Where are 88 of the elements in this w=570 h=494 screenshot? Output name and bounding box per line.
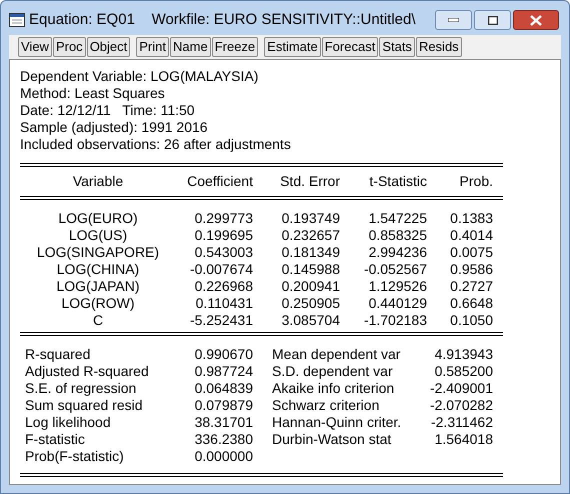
table-cell-text: 1.547225 xyxy=(368,210,427,227)
stat-value: 0.000000 xyxy=(194,448,253,465)
table-cell-text: -0.007674 xyxy=(188,261,253,278)
column-header: Prob. xyxy=(458,173,493,190)
table-cell-text: 0.145988 xyxy=(280,261,340,278)
column-header: t-Statistic xyxy=(368,173,427,190)
stat-value: 1.564018 xyxy=(434,431,493,448)
window-title: Equation: EQ01 Workfile: EURO SENSITIVITY::Untitled\ xyxy=(29,10,416,30)
table-cell-text: 0.9586 xyxy=(449,261,493,278)
table-cell-text: LOG(CHINA) xyxy=(56,261,140,278)
stat-value: 336.2380 xyxy=(194,431,253,448)
stat-value: -2.070282 xyxy=(428,397,493,414)
header-line: Sample (adjusted): 1991 2016 xyxy=(20,119,209,136)
stat-label: Durbin-Watson stat xyxy=(271,431,392,448)
toolbar-button[interactable]: View xyxy=(18,37,52,57)
table-cell-text: 2.994236 xyxy=(368,244,427,261)
stat-label: Sum squared resid xyxy=(24,397,144,414)
table-cell-text: LOG(SINGAPORE) xyxy=(36,244,160,261)
stat-label: Hannan-Quinn criter. xyxy=(271,414,402,431)
header-line: Method: Least Squares xyxy=(20,85,166,102)
stat-label: Schwarz criterion xyxy=(271,397,380,414)
table-cell-text: 0.181349 xyxy=(280,244,340,261)
column-header: Std. Error xyxy=(279,173,340,190)
toolbar-button[interactable]: Forecast xyxy=(322,37,378,57)
header-line: Included observations: 26 after adjustments xyxy=(20,136,292,153)
header-line: Date: 12/12/11 Time: 11:50 xyxy=(20,102,196,119)
column-header: Variable xyxy=(72,173,124,190)
stat-label: Log likelihood xyxy=(24,414,112,431)
close-icon xyxy=(530,14,542,26)
stat-value: -2.409001 xyxy=(428,380,493,397)
stat-value: 0.064839 xyxy=(194,380,253,397)
stat-value: 0.987724 xyxy=(194,363,253,380)
table-cell-text: 0.543003 xyxy=(194,244,253,261)
maximize-icon xyxy=(488,16,498,24)
minimize-icon xyxy=(448,18,459,22)
table-cell-text: 0.299773 xyxy=(194,210,253,227)
table-cell-text: 0.199695 xyxy=(194,227,253,244)
stat-value: 0.079879 xyxy=(194,397,253,414)
toolbar-button[interactable]: Name xyxy=(170,37,211,57)
stat-value: -2.311462 xyxy=(430,414,493,431)
table-cell-text: 0.232657 xyxy=(280,227,340,244)
toolbar-button[interactable]: Print xyxy=(136,37,169,57)
table-cell-text: 0.250905 xyxy=(280,295,340,312)
table-cell-text: -5.252431 xyxy=(188,312,253,329)
column-header: Coefficient xyxy=(186,173,253,190)
table-cell-text: 0.200941 xyxy=(280,278,340,295)
toolbar-button[interactable]: Estimate xyxy=(264,37,321,57)
table-cell-text: LOG(US) xyxy=(68,227,128,244)
toolbar-button[interactable]: Proc xyxy=(52,37,86,57)
table-cell-text: LOG(JAPAN) xyxy=(56,278,140,295)
stat-label: Akaike info criterion xyxy=(271,380,396,397)
table-cell-text: 0.440129 xyxy=(368,295,427,312)
window-icon xyxy=(9,13,25,27)
table-cell-text: 0.6648 xyxy=(449,295,493,312)
stat-value: 4.913943 xyxy=(434,346,493,363)
table-cell-text: 1.129526 xyxy=(368,278,427,295)
maximize-button[interactable] xyxy=(474,10,511,30)
stat-value: 38.31701 xyxy=(194,414,253,431)
stat-label: Adjusted R-squared xyxy=(24,363,150,380)
table-cell-text: C xyxy=(92,312,104,329)
toolbar-button[interactable]: Stats xyxy=(379,37,415,57)
stat-label: Prob(F-statistic) xyxy=(24,448,125,465)
stat-label: S.E. of regression xyxy=(24,380,138,397)
stat-label: S.D. dependent var xyxy=(271,363,394,380)
table-cell-text: 0.858325 xyxy=(368,227,427,244)
table-cell-text: 0.193749 xyxy=(280,210,340,227)
toolbar-button[interactable]: Object xyxy=(86,37,130,57)
stat-label: Mean dependent var xyxy=(271,346,402,363)
table-cell-text: 0.2727 xyxy=(449,278,493,295)
table-cell-text: -1.702183 xyxy=(362,312,427,329)
table-cell-text: 3.085704 xyxy=(280,312,340,329)
stat-value: 0.990670 xyxy=(194,346,253,363)
table-cell-text: LOG(ROW) xyxy=(60,295,136,312)
toolbar-button[interactable]: Freeze xyxy=(212,37,258,57)
stat-label: F-statistic xyxy=(24,431,86,448)
table-cell-text: 0.0075 xyxy=(449,244,493,261)
table-cell-text: 0.110431 xyxy=(194,295,253,312)
stat-label: R-squared xyxy=(24,346,92,363)
table-cell-text: 0.4014 xyxy=(449,227,493,244)
table-cell-text: -0.052567 xyxy=(362,261,427,278)
header-line: Dependent Variable: LOG(MALAYSIA) xyxy=(20,68,260,85)
table-cell-text: 0.1383 xyxy=(449,210,493,227)
table-cell-text: 0.226968 xyxy=(194,278,253,295)
stat-value: 0.585200 xyxy=(434,363,493,380)
toolbar-button[interactable]: Resids xyxy=(416,37,462,57)
close-button[interactable] xyxy=(513,10,559,30)
table-cell-text: 0.1050 xyxy=(449,312,493,329)
table-cell-text: LOG(EURO) xyxy=(57,210,139,227)
